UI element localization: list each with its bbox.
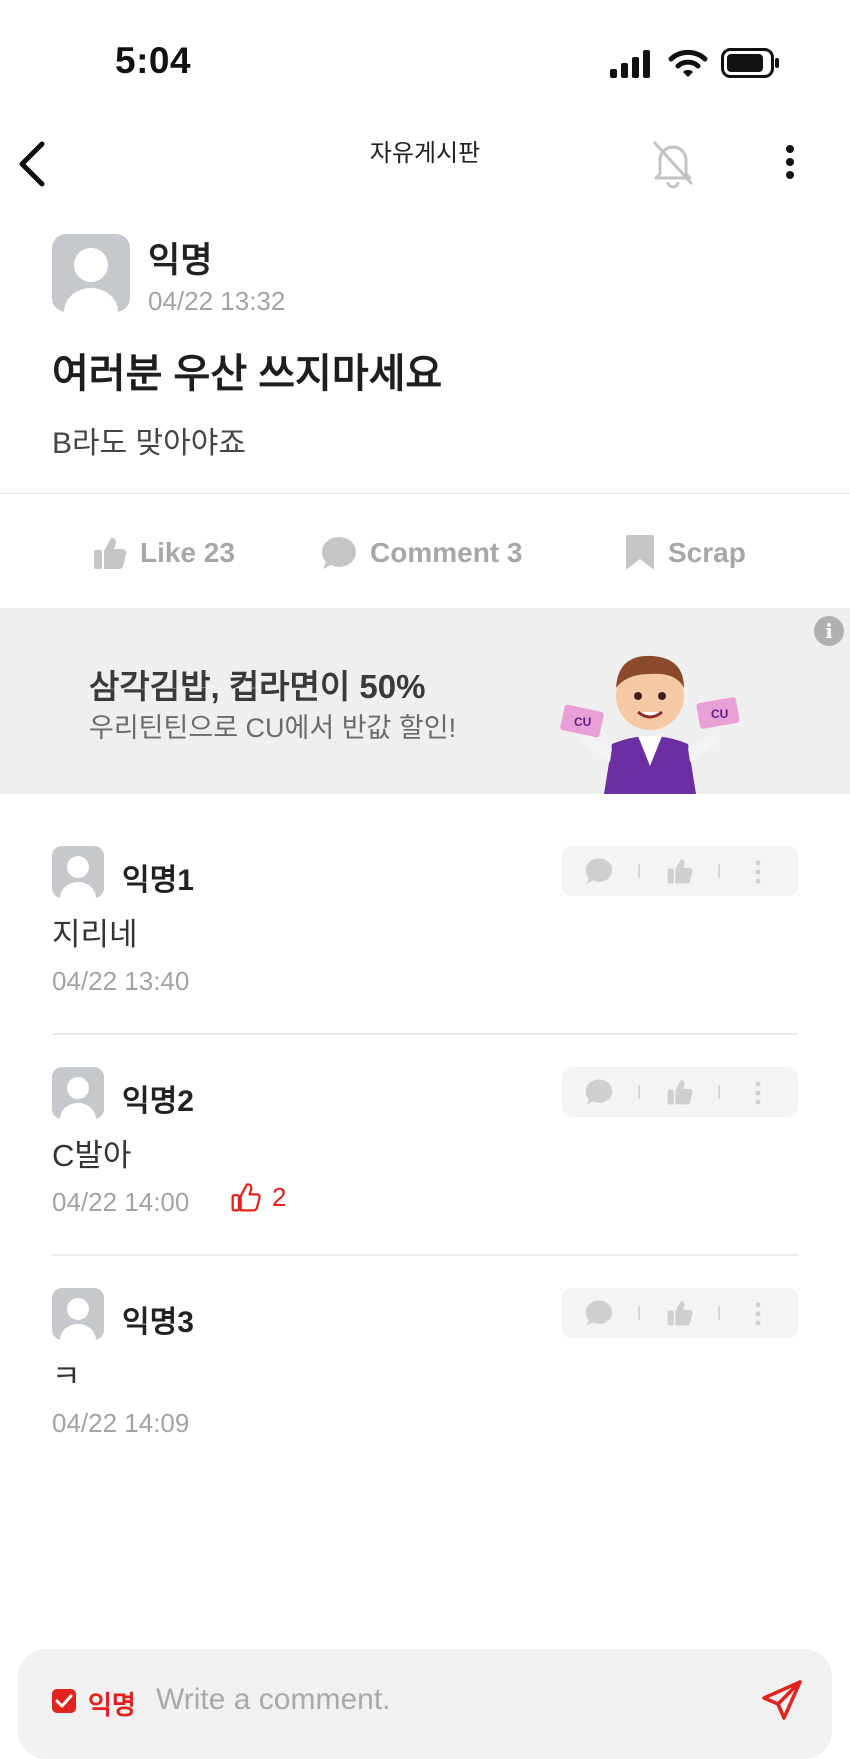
comment-button[interactable]: Comment 3 — [320, 534, 522, 572]
thumbs-up-icon[interactable] — [666, 1299, 694, 1327]
toolbar-separator — [718, 864, 720, 878]
ad-info-icon[interactable]: i — [814, 616, 844, 646]
toolbar-separator — [718, 1085, 720, 1099]
anonymous-checkbox[interactable] — [52, 1689, 76, 1713]
scrap-label: Scrap — [668, 537, 746, 568]
toolbar-separator — [638, 864, 640, 878]
comment-avatar — [52, 1067, 104, 1119]
board-title: 자유게시판 — [369, 140, 481, 167]
comment-like-value: 2 — [272, 1181, 287, 1212]
paper-plane-icon[interactable] — [760, 1678, 804, 1722]
bell-off-icon[interactable] — [646, 136, 700, 190]
comment-author: 익명1 — [122, 864, 194, 897]
reply-icon[interactable] — [584, 857, 614, 885]
battery-icon — [721, 48, 779, 78]
comment-toolbar — [562, 1288, 798, 1338]
more-vertical-icon[interactable] — [753, 859, 763, 885]
comment-date: 04/22 13:40 — [52, 966, 190, 996]
more-vertical-icon[interactable] — [780, 144, 800, 184]
mascot-illustration: CU CU — [560, 655, 740, 794]
like-label: Like 23 — [140, 537, 235, 568]
more-vertical-icon[interactable] — [753, 1080, 763, 1106]
comment-divider — [52, 1254, 798, 1256]
card-brand-left: CU — [574, 715, 591, 729]
anonymous-label[interactable]: 익명 — [88, 1685, 136, 1722]
comment-date: 04/22 14:09 — [52, 1408, 190, 1438]
wifi-icon — [668, 49, 708, 77]
comment-date: 04/22 14:00 — [52, 1187, 190, 1217]
like-button[interactable]: Like 23 — [92, 534, 235, 572]
more-vertical-icon[interactable] — [753, 1301, 763, 1327]
bookmark-icon — [626, 535, 654, 570]
author-avatar — [52, 234, 130, 312]
post-body: B라도 맞아야죠 — [52, 427, 246, 460]
chat-bubble-icon — [322, 537, 356, 569]
post-date: 04/22 13:32 — [148, 286, 286, 316]
comment-input[interactable] — [156, 1680, 716, 1720]
comment-avatar — [52, 846, 104, 898]
ad-subtitle: 우리틴틴으로 CU에서 반값 할인! — [89, 713, 457, 743]
thumbs-up-icon — [94, 537, 127, 569]
comment-avatar — [52, 1288, 104, 1340]
thumbs-up-outline-icon — [231, 1183, 261, 1212]
comment-author: 익명3 — [122, 1306, 194, 1339]
ad-banner[interactable]: 삼각김밥, 컵라면이 50% 우리틴틴으로 CU에서 반값 할인! i CU C… — [0, 608, 850, 794]
checkmark-icon — [55, 1694, 73, 1708]
post-title: 여러분 우산 쓰지마세요 — [52, 352, 443, 396]
reply-icon[interactable] — [584, 1078, 614, 1106]
default-avatar-icon — [60, 1077, 96, 1119]
comment-like-count: 2 — [230, 1181, 286, 1213]
toolbar-separator — [718, 1306, 720, 1320]
status-time: 5:04 — [115, 40, 192, 81]
default-avatar-icon — [64, 248, 118, 312]
post-divider — [0, 493, 850, 494]
comment-label: Comment 3 — [370, 537, 523, 568]
comment-body: ㅋ — [52, 1359, 81, 1394]
toolbar-separator — [638, 1085, 640, 1099]
ad-title: 삼각김밥, 컵라면이 50% — [89, 668, 426, 705]
comment-toolbar — [562, 1067, 798, 1117]
comment-body: C발아 — [52, 1138, 132, 1173]
reply-icon[interactable] — [584, 1299, 614, 1327]
toolbar-separator — [638, 1306, 640, 1320]
scrap-button[interactable]: Scrap — [624, 534, 746, 572]
signal-icon — [610, 50, 650, 78]
card-brand-right: CU — [711, 707, 728, 721]
thumbs-up-icon[interactable] — [666, 857, 694, 885]
comment-author: 익명2 — [122, 1085, 194, 1118]
thumbs-up-icon[interactable] — [666, 1078, 694, 1106]
default-avatar-icon — [60, 1298, 96, 1340]
comment-body: 지리네 — [52, 917, 138, 952]
comment-divider — [52, 1033, 798, 1035]
comment-toolbar — [562, 846, 798, 896]
default-avatar-icon — [60, 856, 96, 898]
post-author: 익명 — [148, 241, 213, 280]
